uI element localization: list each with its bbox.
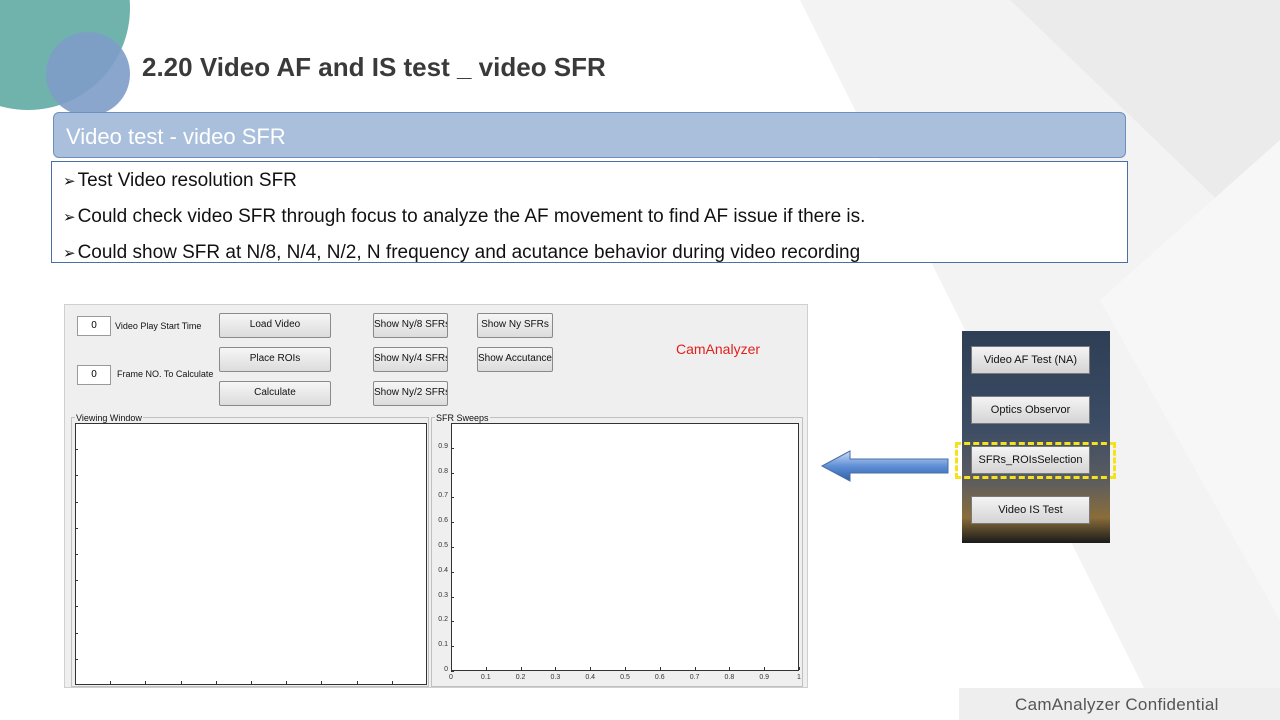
frame-no-input[interactable]: 0 bbox=[77, 365, 111, 385]
viewing-y-tick-mark bbox=[75, 606, 78, 608]
x-tick-mark bbox=[659, 667, 661, 670]
y-tick-mark bbox=[451, 522, 454, 524]
section-header-label: Video test - video SFR bbox=[66, 124, 286, 149]
calculate-button[interactable]: Calculate bbox=[219, 381, 331, 406]
arrow-bullet-icon: ➢ bbox=[63, 209, 76, 226]
x-tick-mark bbox=[694, 667, 696, 670]
viewing-x-tick-mark bbox=[180, 681, 182, 684]
x-tick-mark bbox=[590, 667, 592, 670]
blue-circle-decoration bbox=[46, 32, 130, 116]
x-tick-mark bbox=[729, 667, 731, 670]
show-ny-sfrs-button[interactable]: Show Ny SFRs bbox=[477, 313, 553, 338]
place-rois-button[interactable]: Place ROIs bbox=[219, 347, 331, 372]
y-tick-mark bbox=[451, 497, 454, 499]
viewing-y-tick-mark bbox=[75, 449, 78, 451]
x-tick-mark bbox=[625, 667, 626, 670]
y-tick-label: 0.8 bbox=[438, 467, 448, 475]
arrow-bullet-icon: ➢ bbox=[63, 173, 76, 190]
bullet-item: ➢ Test Video resolution SFR bbox=[63, 170, 297, 191]
show-ny4-sfrs-button[interactable]: Show Ny/4 SFRs bbox=[373, 347, 448, 372]
x-tick-mark bbox=[520, 667, 522, 670]
left-arrow-icon bbox=[820, 450, 949, 482]
x-tick-label: 1 bbox=[797, 674, 801, 681]
y-tick-mark bbox=[451, 621, 454, 623]
frame-no-label: Frame NO. To Calculate bbox=[117, 369, 214, 379]
show-acutances-button[interactable]: Show Accutances bbox=[477, 347, 553, 372]
x-tick-label: 0.5 bbox=[620, 674, 630, 681]
x-tick-label: 0.3 bbox=[550, 674, 561, 681]
footer-label: CamAnalyzer Confidential bbox=[1015, 695, 1219, 714]
viewing-x-tick-mark bbox=[356, 681, 358, 684]
y-tick-mark bbox=[451, 547, 454, 548]
y-tick-label: 0.1 bbox=[438, 641, 448, 649]
brand-label: CamAnalyzer bbox=[676, 341, 761, 357]
x-tick-mark bbox=[764, 667, 766, 670]
viewing-y-tick-mark bbox=[75, 501, 78, 503]
y-tick-mark bbox=[451, 646, 454, 648]
viewing-x-tick-mark bbox=[321, 681, 323, 684]
viewing-x-tick-mark bbox=[215, 681, 217, 684]
y-tick-mark bbox=[451, 447, 454, 449]
x-tick-label: 0.1 bbox=[480, 674, 491, 681]
sfr-sweeps-label: SFR Sweeps bbox=[435, 413, 490, 423]
y-tick-label: 0 bbox=[444, 666, 448, 673]
side-menu-panel: Video AF Test (NA) Optics Observor SFRs_… bbox=[962, 331, 1110, 543]
sfr-sweeps-axes bbox=[451, 423, 799, 671]
highlight-box bbox=[955, 442, 1116, 479]
bullet-item: ➢ Could show SFR at N/8, N/4, N/2, N freq… bbox=[63, 242, 861, 263]
x-tick-label: 0.7 bbox=[689, 674, 700, 681]
show-ny8-sfrs-button[interactable]: Show Ny/8 SFRs bbox=[373, 313, 448, 338]
x-tick-mark bbox=[799, 667, 800, 670]
viewing-x-tick-mark bbox=[145, 681, 147, 684]
viewing-window-axes bbox=[75, 423, 427, 685]
x-tick-label: 0 bbox=[449, 674, 453, 681]
footer-bar: CamAnalyzer Confidential bbox=[959, 688, 1280, 720]
viewing-window-label: Viewing Window bbox=[75, 413, 143, 423]
y-tick-label: 0.3 bbox=[438, 591, 448, 599]
x-tick-mark bbox=[555, 667, 557, 670]
arrow-bullet-icon: ➢ bbox=[63, 245, 76, 262]
camanalyzer-gui-window: 0 Video Play Start Time 0 Frame NO. To C… bbox=[64, 304, 808, 688]
optics-observor-button[interactable]: Optics Observor bbox=[971, 396, 1090, 424]
x-tick-mark bbox=[451, 667, 452, 670]
y-tick-label: 0.5 bbox=[438, 542, 448, 549]
viewing-y-tick-mark bbox=[75, 632, 78, 634]
x-tick-label: 0.4 bbox=[585, 674, 596, 681]
video-is-test-button[interactable]: Video IS Test bbox=[971, 496, 1090, 524]
y-tick-label: 0.9 bbox=[438, 442, 448, 450]
viewing-y-tick-mark bbox=[75, 475, 78, 477]
y-tick-mark bbox=[451, 671, 454, 672]
viewing-x-tick-mark bbox=[251, 681, 252, 684]
viewing-x-tick-mark bbox=[286, 681, 288, 684]
viewing-y-tick-mark bbox=[75, 658, 78, 660]
x-tick-label: 0.9 bbox=[759, 674, 770, 681]
bullet-item: ➢ Could check video SFR through focus to … bbox=[63, 206, 866, 227]
y-tick-mark bbox=[451, 596, 454, 598]
start-time-label: Video Play Start Time bbox=[115, 321, 202, 331]
show-ny2-sfrs-button[interactable]: Show Ny/2 SFRs bbox=[373, 381, 448, 406]
y-tick-mark bbox=[451, 472, 454, 474]
slide-title: 2.20 Video AF and IS test _ video SFR bbox=[142, 52, 606, 82]
x-tick-mark bbox=[485, 667, 487, 670]
start-time-input[interactable]: 0 bbox=[77, 316, 111, 336]
viewing-y-tick-mark bbox=[75, 580, 78, 582]
viewing-y-tick-mark bbox=[75, 527, 78, 529]
y-tick-label: 0.2 bbox=[438, 616, 448, 624]
viewing-x-tick-mark bbox=[391, 681, 393, 684]
x-tick-label: 0.2 bbox=[515, 674, 526, 681]
y-tick-label: 0.7 bbox=[438, 492, 448, 500]
viewing-x-tick-mark bbox=[110, 681, 112, 684]
x-tick-label: 0.6 bbox=[654, 674, 665, 681]
load-video-button[interactable]: Load Video bbox=[219, 313, 331, 338]
video-af-test-button[interactable]: Video AF Test (NA) bbox=[971, 346, 1090, 374]
x-tick-label: 0.8 bbox=[724, 674, 735, 681]
section-header: Video test - video SFR bbox=[53, 112, 1126, 158]
bullet-box: ➢ Test Video resolution SFR ➢ Could check … bbox=[51, 161, 1128, 263]
viewing-y-tick-mark bbox=[75, 554, 78, 555]
y-tick-mark bbox=[451, 571, 454, 573]
y-tick-label: 0.4 bbox=[438, 566, 448, 574]
y-tick-label: 0.6 bbox=[438, 517, 448, 525]
